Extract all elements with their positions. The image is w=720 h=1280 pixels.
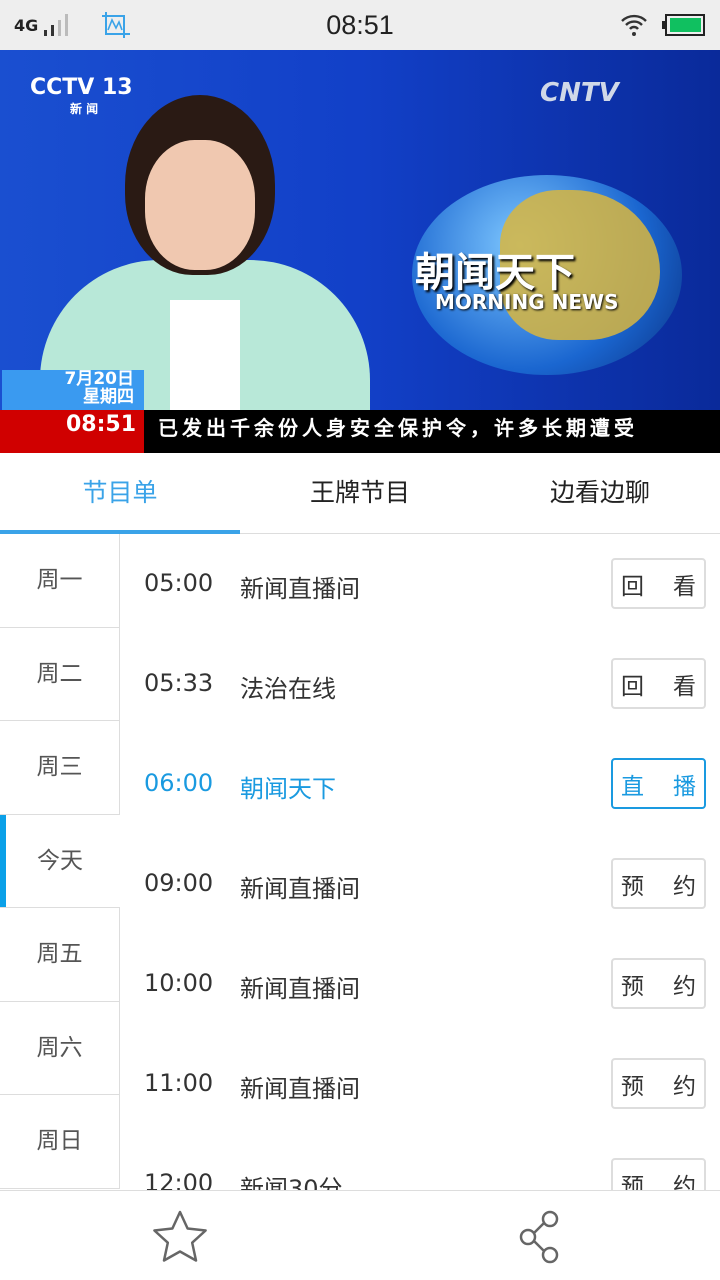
day-sat[interactable]: 周六 [0, 1001, 120, 1095]
program-list[interactable]: 05:00 新闻直播间回看 05:33 法治在线回看 06:00 朝闻天下直播 09:00 新… [120, 534, 720, 1190]
tab-schedule[interactable]: 节目单 [0, 453, 240, 534]
program-row[interactable]: 06:00 朝闻天下直播 [120, 734, 720, 834]
program-name: 法治在线 [240, 675, 336, 703]
program-action-button[interactable]: 预约 [611, 1158, 706, 1190]
program-action-button[interactable]: 回看 [611, 558, 706, 609]
ticker-text: 已发出千余份人身安全保护令，许多长期遭受 [158, 416, 638, 440]
status-bar: 4G 08:51 [0, 0, 720, 50]
tab-chat[interactable]: 边看边聊 [480, 453, 720, 533]
date-overlay: 7月20日 星期四 [2, 370, 144, 410]
program-time: 10:00 [144, 969, 214, 997]
day-today[interactable]: 今天 [0, 814, 120, 908]
program-action-button[interactable]: 直播 [611, 758, 706, 809]
program-time: 06:00 [144, 769, 214, 797]
action-char: 预 [621, 1073, 644, 1100]
action-char: 预 [621, 1173, 644, 1191]
program-row[interactable]: 05:33 法治在线回看 [120, 634, 720, 734]
day-wed[interactable]: 周三 [0, 721, 120, 815]
program-name: 新闻30分 [240, 1175, 343, 1190]
ticker-time: 08:51 [0, 410, 144, 453]
program-action-button[interactable]: 预约 [611, 858, 706, 909]
action-char: 约 [673, 1073, 696, 1100]
program-action-button[interactable]: 预约 [611, 1058, 706, 1109]
day-mon[interactable]: 周一 [0, 534, 120, 628]
action-char: 看 [673, 573, 696, 600]
show-title-en: MORNING NEWS [435, 290, 619, 314]
program-name: 新闻直播间 [240, 1075, 360, 1103]
program-action-button[interactable]: 回看 [611, 658, 706, 709]
action-char: 回 [621, 673, 644, 700]
program-action-button[interactable]: 预约 [611, 958, 706, 1009]
program-time: 12:00 [144, 1169, 214, 1190]
program-time: 05:33 [144, 669, 214, 697]
date-line: 7月20日 [64, 369, 135, 389]
program-row[interactable]: 11:00 新闻直播间预约 [120, 1034, 720, 1134]
tab-bar: 节目单 王牌节目 边看边聊 [0, 453, 720, 534]
action-char: 约 [673, 873, 696, 900]
news-ticker: 08:51 已发出千余份人身安全保护令，许多长期遭受 [0, 410, 720, 453]
share-icon[interactable] [518, 1209, 562, 1265]
video-player[interactable]: CNTV CCTV 13 新 闻 朝闻天下 MORNING NEWS 7月20日星… [0, 50, 720, 453]
clock: 08:51 [326, 10, 394, 40]
program-row[interactable]: 10:00 新闻直播间预约 [120, 934, 720, 1034]
program-name: 新闻直播间 [240, 975, 360, 1003]
program-time: 05:00 [144, 569, 214, 597]
bottom-bar [0, 1190, 720, 1280]
program-row[interactable]: 12:00 新闻30分预约 [120, 1134, 720, 1190]
action-char: 预 [621, 873, 644, 900]
action-char: 约 [673, 1173, 696, 1191]
action-char: 播 [673, 773, 696, 800]
battery-icon [662, 14, 705, 36]
program-row[interactable]: 09:00 新闻直播间预约 [120, 834, 720, 934]
tab-featured[interactable]: 王牌节目 [240, 453, 480, 533]
wifi-icon [621, 14, 647, 36]
star-icon[interactable] [150, 1209, 210, 1265]
day-selector: 周一 周二 周三 今天 周五 周六 周日 [0, 534, 120, 1190]
day-fri[interactable]: 周五 [0, 908, 120, 1002]
weekday-line: 星期四 [83, 387, 134, 407]
program-name: 新闻直播间 [240, 575, 360, 603]
program-name: 新闻直播间 [240, 875, 360, 903]
action-char: 直 [621, 773, 644, 800]
day-tue[interactable]: 周二 [0, 627, 120, 721]
action-char: 回 [621, 573, 644, 600]
program-time: 11:00 [144, 1069, 214, 1097]
program-time: 09:00 [144, 869, 214, 897]
program-name: 朝闻天下 [240, 775, 336, 803]
action-char: 看 [673, 673, 696, 700]
action-char: 预 [621, 973, 644, 1000]
day-sun[interactable]: 周日 [0, 1095, 120, 1189]
action-char: 约 [673, 973, 696, 1000]
cntv-watermark: CNTV [540, 78, 619, 108]
program-row[interactable]: 05:00 新闻直播间回看 [120, 534, 720, 634]
